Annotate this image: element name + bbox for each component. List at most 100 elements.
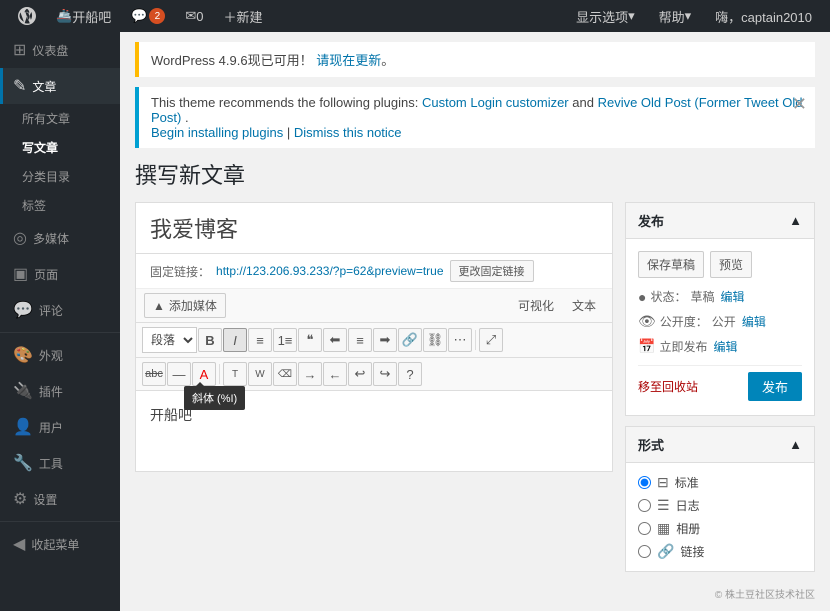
format-radio-aside[interactable]: [638, 499, 651, 512]
sidebar-item-posts[interactable]: ✎ 文章: [0, 68, 120, 104]
update-link[interactable]: 请现在更新: [316, 53, 381, 68]
post-title-input[interactable]: [136, 203, 612, 254]
sidebar-item-pages[interactable]: ▣ 页面: [0, 256, 120, 292]
standard-icon: ⊟: [657, 474, 669, 491]
visibility-edit-link[interactable]: 编辑: [742, 313, 766, 330]
sidebar-item-tools[interactable]: 🔧 工具: [0, 445, 120, 481]
add-media-icon: ▲: [153, 299, 165, 313]
sidebar-item-dashboard[interactable]: ⊞ 仪表盘: [0, 32, 120, 68]
watermark: © 株土豆社区技术社区: [135, 586, 815, 601]
ordered-list-button[interactable]: 1≡: [273, 328, 297, 352]
add-media-button[interactable]: ▲ 添加媒体: [144, 293, 226, 318]
preview-button[interactable]: 预览: [710, 251, 752, 278]
posts-icon: ✎: [13, 76, 26, 96]
editor-tabs-bar: ▲ 添加媒体 可视化 文本: [136, 289, 612, 323]
media-icon: ◎: [13, 228, 27, 248]
align-left-button[interactable]: ⬅: [323, 328, 347, 352]
format-radio-link[interactable]: [638, 545, 651, 558]
editor-toolbar-2: abc — A T W ⌫ → ← ↩ ↪ ? 斜体 (%I): [136, 358, 612, 391]
italic-tooltip: 斜体 (%I): [184, 386, 245, 410]
permalink-bar: 固定链接： http://123.206.93.233/?p=62&previe…: [136, 254, 612, 289]
plugin-notice: ✕ This theme recommends the following pl…: [135, 87, 815, 148]
redo-button[interactable]: ↪: [373, 362, 397, 386]
unlink-button[interactable]: ⛓: [423, 328, 447, 352]
install-plugins-link[interactable]: Begin installing plugins: [151, 125, 283, 140]
gallery-icon: ▦: [657, 520, 670, 537]
sidebar-item-plugins[interactable]: 🔌 插件: [0, 373, 120, 409]
paste-text-button[interactable]: T: [223, 362, 247, 386]
permalink-url[interactable]: http://123.206.93.233/?p=62&preview=true: [216, 264, 444, 278]
format-option-standard[interactable]: ⊟ 标准: [638, 471, 802, 494]
submenu-write-post[interactable]: 写文章: [0, 133, 120, 162]
update-notice: WordPress 4.9.6现已可用！ 请现在更新。: [135, 42, 815, 77]
appearance-icon: 🎨: [13, 345, 33, 365]
align-center-button[interactable]: ≡: [348, 328, 372, 352]
publish-box: 发布 ▲ 保存草稿 预览 ● 状态： 草稿 编辑: [625, 202, 815, 416]
move-to-trash-link[interactable]: 移至回收站: [638, 378, 698, 395]
sidebar-item-media[interactable]: ◎ 多媒体: [0, 220, 120, 256]
outdent-button[interactable]: ←: [323, 362, 347, 386]
help-button[interactable]: 帮助 ▾: [649, 0, 702, 32]
fullscreen-button[interactable]: ⤢: [479, 328, 503, 352]
submenu-categories[interactable]: 分类目录: [0, 162, 120, 191]
wp-logo-button[interactable]: [8, 0, 46, 32]
sidebar-item-appearance[interactable]: 🎨 外观: [0, 337, 120, 373]
user-account[interactable]: 嗨，captain2010: [705, 0, 822, 32]
paste-word-button[interactable]: W: [248, 362, 272, 386]
format-option-gallery[interactable]: ▦ 相册: [638, 517, 802, 540]
schedule-row: 📅 立即发布 编辑: [638, 334, 802, 359]
admin-sidebar: ⊞ 仪表盘 ✎ 文章 所有文章 写文章 分类目录 标签 ◎ 多媒体 ▣ 页面 💬: [0, 32, 120, 611]
blockquote-button[interactable]: ❝: [298, 328, 322, 352]
dismiss-notice-link[interactable]: Dismiss this notice: [294, 125, 402, 140]
status-row: ● 状态： 草稿 编辑: [638, 284, 802, 309]
display-options-button[interactable]: 显示选项 ▾: [566, 0, 645, 32]
undo-button[interactable]: ↩: [348, 362, 372, 386]
horizontal-rule-button[interactable]: —: [167, 362, 191, 386]
notice-close-button[interactable]: ✕: [792, 95, 807, 113]
format-radio-gallery[interactable]: [638, 522, 651, 535]
toolbar-separator: [475, 330, 476, 350]
submenu-tags[interactable]: 标签: [0, 191, 120, 220]
save-draft-button[interactable]: 保存草稿: [638, 251, 704, 278]
format-option-aside[interactable]: ☰ 日志: [638, 494, 802, 517]
keyboard-shortcuts-button[interactable]: ?: [398, 362, 422, 386]
sidebar-collapse-button[interactable]: ◀ 收起菜单: [0, 526, 120, 562]
bold-button[interactable]: B: [198, 328, 222, 352]
link-button[interactable]: 🔗: [398, 328, 422, 352]
tab-text[interactable]: 文本: [564, 294, 604, 317]
plugin-link-1[interactable]: Custom Login customizer: [422, 95, 569, 110]
insert-more-button[interactable]: ⋯: [448, 328, 472, 352]
italic-button[interactable]: I: [223, 328, 247, 352]
clear-format-button[interactable]: ⌫: [273, 362, 297, 386]
format-select[interactable]: 段落: [142, 327, 197, 353]
sidebar-item-users[interactable]: 👤 用户: [0, 409, 120, 445]
indent-button[interactable]: →: [298, 362, 322, 386]
link-format-icon: 🔗: [657, 543, 674, 560]
format-box-header[interactable]: 形式 ▲: [626, 427, 814, 463]
format-radio-standard[interactable]: [638, 476, 651, 489]
unordered-list-button[interactable]: ≡: [248, 328, 272, 352]
new-post-button[interactable]: ＋ 新建: [214, 0, 273, 32]
site-name-button[interactable]: 🚢 开船吧: [46, 0, 121, 32]
sidebar-item-comments[interactable]: 💬 评论: [0, 292, 120, 328]
comments-button[interactable]: 💬 2: [121, 0, 175, 32]
sidebar-item-settings[interactable]: ⚙ 设置: [0, 481, 120, 517]
strikethrough-button[interactable]: abc: [142, 362, 166, 386]
format-collapse-icon: ▲: [789, 437, 802, 452]
align-right-button[interactable]: ➡: [373, 328, 397, 352]
publish-actions: 移至回收站 发布: [638, 365, 802, 407]
publish-button[interactable]: 发布: [748, 372, 802, 401]
tab-visual[interactable]: 可视化: [510, 294, 562, 317]
publish-sidebar: 发布 ▲ 保存草稿 预览 ● 状态： 草稿 编辑: [625, 202, 815, 582]
comments-icon: 💬: [13, 300, 33, 320]
submenu-all-posts[interactable]: 所有文章: [0, 104, 120, 133]
format-option-link[interactable]: 🔗 链接: [638, 540, 802, 563]
schedule-edit-link[interactable]: 编辑: [713, 338, 737, 355]
settings-icon: ⚙: [13, 489, 27, 509]
plugins-icon: 🔌: [13, 381, 33, 401]
visibility-icon: 👁: [638, 313, 656, 330]
messages-button[interactable]: ✉ 0: [175, 0, 213, 32]
change-permalink-button[interactable]: 更改固定链接: [450, 260, 534, 282]
publish-box-header[interactable]: 发布 ▲: [626, 203, 814, 239]
status-edit-link[interactable]: 编辑: [721, 288, 745, 305]
